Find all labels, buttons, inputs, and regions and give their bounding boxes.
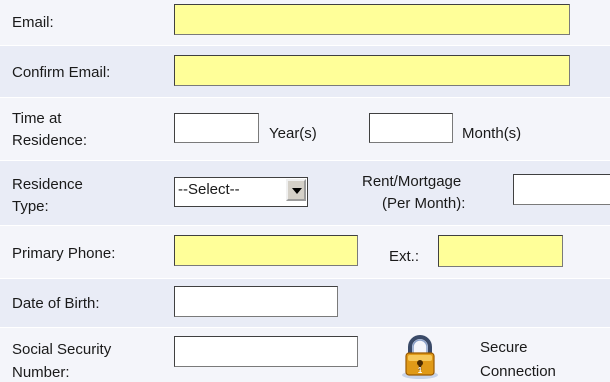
residence-type-value: --Select-- xyxy=(178,181,240,198)
rent-mortgage-label: Rent/Mortgage xyxy=(362,173,462,190)
months-label: Month(s) xyxy=(462,125,522,142)
confirm-email-field[interactable] xyxy=(174,55,570,86)
primary-phone-label: Primary Phone: xyxy=(12,245,116,262)
residence-type-label-2: Type: xyxy=(12,198,49,215)
ssn-field[interactable] xyxy=(174,336,358,367)
ext-label: Ext.: xyxy=(389,248,420,265)
confirm-email-label: Confirm Email: xyxy=(12,64,111,81)
chevron-down-icon[interactable] xyxy=(286,179,306,201)
dob-label: Date of Birth: xyxy=(12,295,100,312)
dob-field[interactable] xyxy=(174,286,338,317)
years-field[interactable] xyxy=(174,113,259,143)
ssn-label-2: Number: xyxy=(12,364,70,381)
rent-mortgage-field[interactable] xyxy=(513,174,610,205)
rent-mortgage-label-2: (Per Month): xyxy=(382,195,466,212)
email-field[interactable] xyxy=(174,4,570,35)
svg-text:1: 1 xyxy=(418,366,423,375)
residence-type-select[interactable]: --Select-- xyxy=(174,177,308,207)
ssn-label: Social Security xyxy=(12,341,112,358)
secure-label: Secure xyxy=(480,339,528,356)
padlock-icon: 1 xyxy=(402,335,438,379)
primary-phone-field[interactable] xyxy=(174,235,358,266)
secure-label-2: Connection xyxy=(480,363,556,380)
ext-field[interactable] xyxy=(438,235,563,267)
time-at-residence-label-2: Residence: xyxy=(12,132,88,149)
months-field[interactable] xyxy=(369,113,453,143)
years-label: Year(s) xyxy=(269,125,317,142)
email-label: Email: xyxy=(12,14,54,31)
residence-type-label: Residence xyxy=(12,176,83,193)
time-at-residence-label: Time at xyxy=(12,110,62,127)
